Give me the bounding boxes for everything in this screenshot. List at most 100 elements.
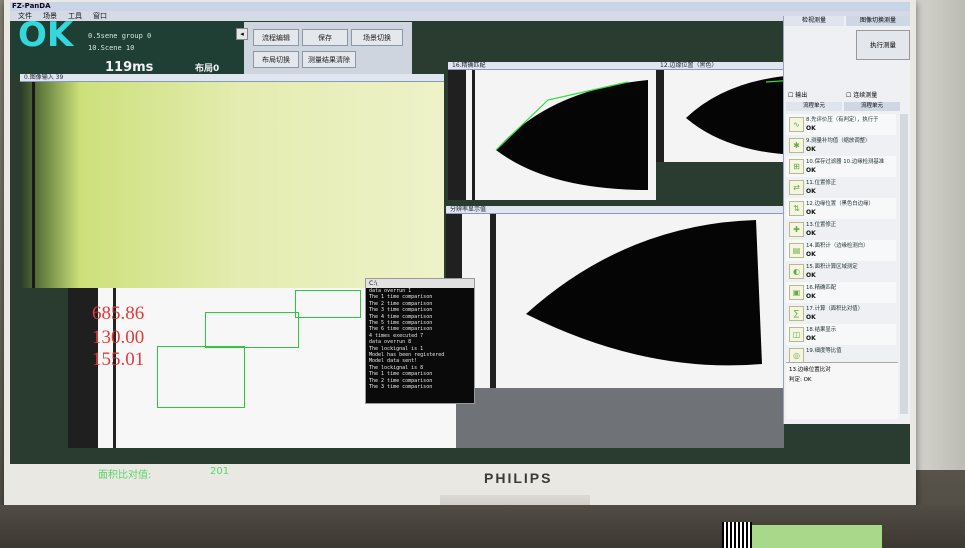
- camera-image: [20, 82, 444, 288]
- roi-box-2[interactable]: [295, 290, 361, 318]
- display-header: 分辨率显示值: [446, 206, 784, 214]
- console-window[interactable]: C:\ data overrun 1 The 1 time comparison T…: [365, 278, 475, 404]
- menu-bar: [10, 11, 910, 21]
- screen: FZ-PanDA 文件 场景 工具 窗口 OK 0.5sene group 0 …: [10, 2, 910, 464]
- flow-item-label: 13.位置修正: [806, 222, 837, 228]
- output-checkbox[interactable]: ☐ 输出: [788, 90, 807, 99]
- flow-unit-icon: ⊞: [789, 159, 804, 174]
- console-body: data overrun 1 The 1 time comparison The 2…: [366, 288, 474, 391]
- flow-item[interactable]: ▣ 16.精确匹配 OK: [786, 282, 896, 304]
- output-label: 输出: [795, 92, 808, 99]
- flow-item[interactable]: ⇄ 11.位置修正 OK: [786, 177, 896, 199]
- flow-detail-result: 判定: OK: [789, 377, 812, 383]
- flow-unit-icon: ⇅: [789, 201, 804, 216]
- tab-inspect[interactable]: 检视测量: [784, 16, 844, 26]
- flow-item[interactable]: ∑ 17.计算（面积比对值） OK: [786, 303, 896, 325]
- scene-group: 0.5sene group 0: [88, 32, 152, 40]
- image-edge-line: [32, 82, 35, 288]
- flow-item-label: 14.面积计（边缘检测白）: [806, 243, 869, 249]
- image-input-header: 0.图像输入 39: [20, 74, 444, 82]
- green-mat: [752, 525, 882, 548]
- flow-unit-icon: ▣: [789, 285, 804, 300]
- flow-item-status: OK: [806, 230, 816, 237]
- flow-unit-icon: ✱: [789, 138, 804, 153]
- flow-unit-icon: ◐: [789, 264, 804, 279]
- flow-item-status: OK: [806, 209, 816, 216]
- status-strip: [10, 448, 910, 464]
- flow-item-label: 11.位置修正: [806, 180, 837, 186]
- flow-unit-icon: ✚: [789, 222, 804, 237]
- roi-box-1[interactable]: [205, 312, 299, 348]
- flow-item-label: 18.结果显示: [806, 327, 837, 333]
- edge-match-header: 16.精确匹配: [448, 62, 656, 70]
- layout-label: 布局0: [195, 64, 220, 74]
- menu-window[interactable]: 窗口: [93, 11, 107, 21]
- flow-item-label: 17.计算（面积比对值）: [806, 306, 864, 312]
- flow-list: ∿ 8.先评价压（有判定），执行于 OK ✱ 9.测量补均值（缩放调整） OK ⊞ 10.保存…: [786, 114, 898, 367]
- edge-match-pane: 16.精确匹配: [448, 62, 656, 200]
- continuous-checkbox[interactable]: ☐ 连续测量: [846, 90, 877, 99]
- flow-item-status: OK: [806, 167, 816, 174]
- continuous-label: 连续测量: [853, 92, 878, 99]
- title-bar: FZ-PanDA: [10, 2, 910, 11]
- process-time: 119ms: [105, 60, 154, 75]
- flow-item[interactable]: ◫ 18.结果显示 OK: [786, 324, 896, 346]
- flow-item[interactable]: ✚ 13.位置修正 OK: [786, 219, 896, 241]
- scene-switch-button[interactable]: 场景切换: [351, 29, 403, 46]
- flow-item-label: 19.细度等比值: [806, 348, 842, 354]
- flow-unit-icon: ◫: [789, 327, 804, 342]
- flow-item-status: OK: [806, 314, 816, 321]
- flow-item[interactable]: ▤ 14.面积计（边缘检测白） OK: [786, 240, 896, 262]
- collapse-icon[interactable]: ◂: [236, 28, 248, 40]
- flow-unit-icon: ⇄: [789, 180, 804, 195]
- flow-item[interactable]: ⇅ 12.边缘位置（黑色白边缘） OK: [786, 198, 896, 220]
- measure-value-2: 130.00: [92, 327, 145, 348]
- display-pane: 分辨率显示值: [446, 206, 784, 388]
- area-ratio-value: 201: [210, 466, 230, 477]
- layout-switch-button[interactable]: 布局切换: [253, 51, 299, 68]
- measure-value-1: 685.86: [92, 303, 145, 324]
- image-input-pane: 0.图像输入 39: [20, 74, 444, 288]
- overall-result: OK: [18, 15, 74, 55]
- flow-scrollbar[interactable]: [900, 114, 908, 414]
- flow-item[interactable]: ⊞ 10.保存过滤器 10.边缘检测基准 OK: [786, 156, 896, 178]
- flow-item-label: 12.边缘位置（黑色白边缘）: [806, 201, 874, 207]
- flow-item[interactable]: ∿ 8.先评价压（有判定），执行于 OK: [786, 114, 896, 136]
- flow-item-label: 10.保存过滤器 10.边缘检测基准: [806, 159, 885, 165]
- flow-edit-button[interactable]: 流程编辑: [253, 29, 299, 46]
- brand-logo: PHILIPS: [484, 470, 553, 486]
- flow-item-status: OK: [806, 251, 816, 258]
- console-title: C:\: [366, 279, 474, 288]
- flow-item-status: OK: [806, 335, 816, 342]
- right-control-panel: 检视测量 图像切换测量 执行测量 ☐ 输出 ☐ 连续测量 流程单元 流程单元 ∿…: [783, 16, 910, 424]
- flow-item-status: OK: [806, 146, 816, 153]
- flow-item[interactable]: ✱ 9.测量补均值（缩放调整） OK: [786, 135, 896, 157]
- flow-item-label: 16.精确匹配: [806, 285, 837, 291]
- gray-area: [456, 388, 784, 448]
- flow-item-status: OK: [806, 125, 816, 132]
- save-button[interactable]: 保存: [302, 29, 348, 46]
- edge-image: [448, 70, 656, 200]
- execute-measure-button[interactable]: 执行测量: [856, 30, 910, 60]
- roi-box-3[interactable]: [157, 346, 245, 408]
- flow-item-status: OK: [806, 272, 816, 279]
- flow-item-status: OK: [806, 293, 816, 300]
- flow-item-label: 15.面积计算区域测定: [806, 264, 858, 270]
- flow-unit-icon: ∿: [789, 117, 804, 132]
- flow-detail: 13.边缘位置比对 判定: OK: [786, 362, 898, 419]
- flow-unit-icon: ▤: [789, 243, 804, 258]
- flow-detail-title: 13.边缘位置比对: [789, 367, 831, 373]
- flow-unit-icon: ∑: [789, 306, 804, 321]
- flow-tab-1[interactable]: 流程单元: [786, 102, 842, 111]
- console-line: The 3 time comparison: [369, 384, 433, 391]
- flow-item[interactable]: ◐ 15.面积计算区域测定 OK: [786, 261, 896, 283]
- area-ratio-label: 面积比对值:: [98, 470, 152, 481]
- clear-measurement-button[interactable]: 测量结果清除: [302, 51, 356, 68]
- flow-tab-2[interactable]: 流程单元: [844, 102, 900, 111]
- monitor-bezel: FZ-PanDA 文件 场景 工具 窗口 OK 0.5sene group 0 …: [4, 0, 916, 540]
- tab-image-switch[interactable]: 图像切换测量: [846, 16, 910, 26]
- app-title: FZ-PanDA: [12, 2, 51, 10]
- flow-unit-icon: ◎: [789, 348, 804, 363]
- qr-sticker: [722, 522, 752, 548]
- display-image: [446, 214, 784, 388]
